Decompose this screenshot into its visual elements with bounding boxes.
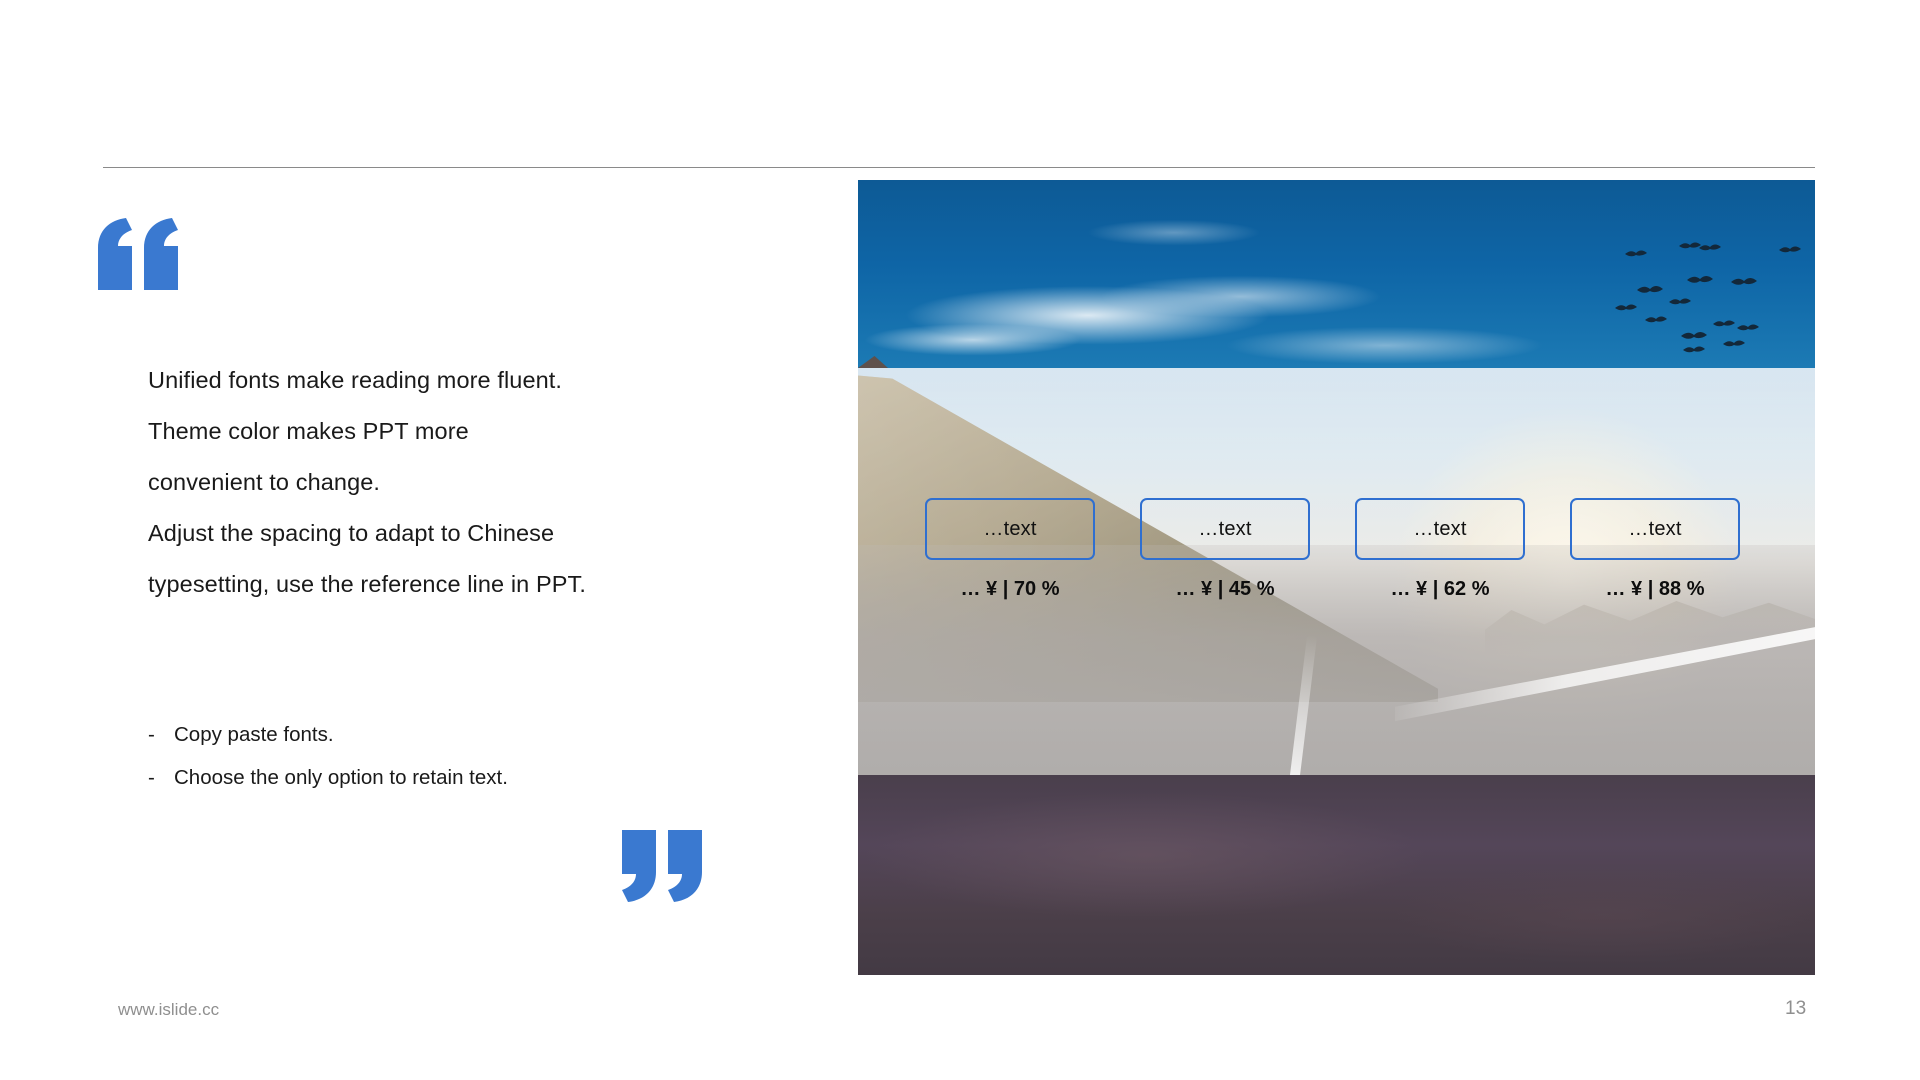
quote-line: Unified fonts make reading more fluent. — [148, 367, 563, 393]
stat-value-4: … ¥ | 88 % — [1605, 578, 1705, 600]
stat-card-1[interactable]: …text — [925, 498, 1095, 560]
quote-open-icon — [96, 218, 180, 290]
page-number: 13 — [1785, 998, 1807, 1019]
quote-line: Theme color makes PPT more — [148, 418, 469, 444]
bullet-dash-icon: - — [148, 766, 155, 789]
list-item-label: Choose the only option to retain text. — [174, 766, 508, 789]
list-item: - Choose the only option to retain text. — [148, 756, 708, 799]
stat-card-label: …text — [1413, 517, 1467, 540]
footer-url[interactable]: www.islide.cc — [118, 1000, 219, 1020]
quote-line: convenient to change. — [148, 469, 381, 495]
quote-paragraph: Unified fonts make reading more fluent. … — [148, 355, 708, 610]
slide-canvas: Unified fonts make reading more fluent. … — [0, 0, 1920, 1080]
stat-card-3[interactable]: …text — [1355, 498, 1525, 560]
bullet-list: - Copy paste fonts. - Choose the only op… — [148, 713, 708, 799]
header-divider — [103, 167, 1815, 168]
stat-value-2: … ¥ | 45 % — [1175, 578, 1275, 600]
stat-card-2[interactable]: …text — [1140, 498, 1310, 560]
stat-card-4[interactable]: …text — [1570, 498, 1740, 560]
stat-card-group: …text … ¥ | 70 % …text … ¥ | 45 % …text … — [858, 180, 1815, 975]
quote-close-icon — [620, 830, 704, 902]
list-item-label: Copy paste fonts. — [174, 723, 334, 746]
quote-line: typesetting, use the reference line in P… — [148, 571, 586, 597]
list-item: - Copy paste fonts. — [148, 713, 708, 756]
stat-card-label: …text — [1628, 517, 1682, 540]
stat-value-1: … ¥ | 70 % — [960, 578, 1060, 600]
stat-card-label: …text — [1198, 517, 1252, 540]
stat-card-label: …text — [983, 517, 1037, 540]
road-sunset-photo: …text … ¥ | 70 % …text … ¥ | 45 % …text … — [858, 180, 1815, 975]
bullet-dash-icon: - — [148, 723, 155, 746]
quote-line: Adjust the spacing to adapt to Chinese — [148, 520, 555, 546]
stat-value-3: … ¥ | 62 % — [1390, 578, 1490, 600]
